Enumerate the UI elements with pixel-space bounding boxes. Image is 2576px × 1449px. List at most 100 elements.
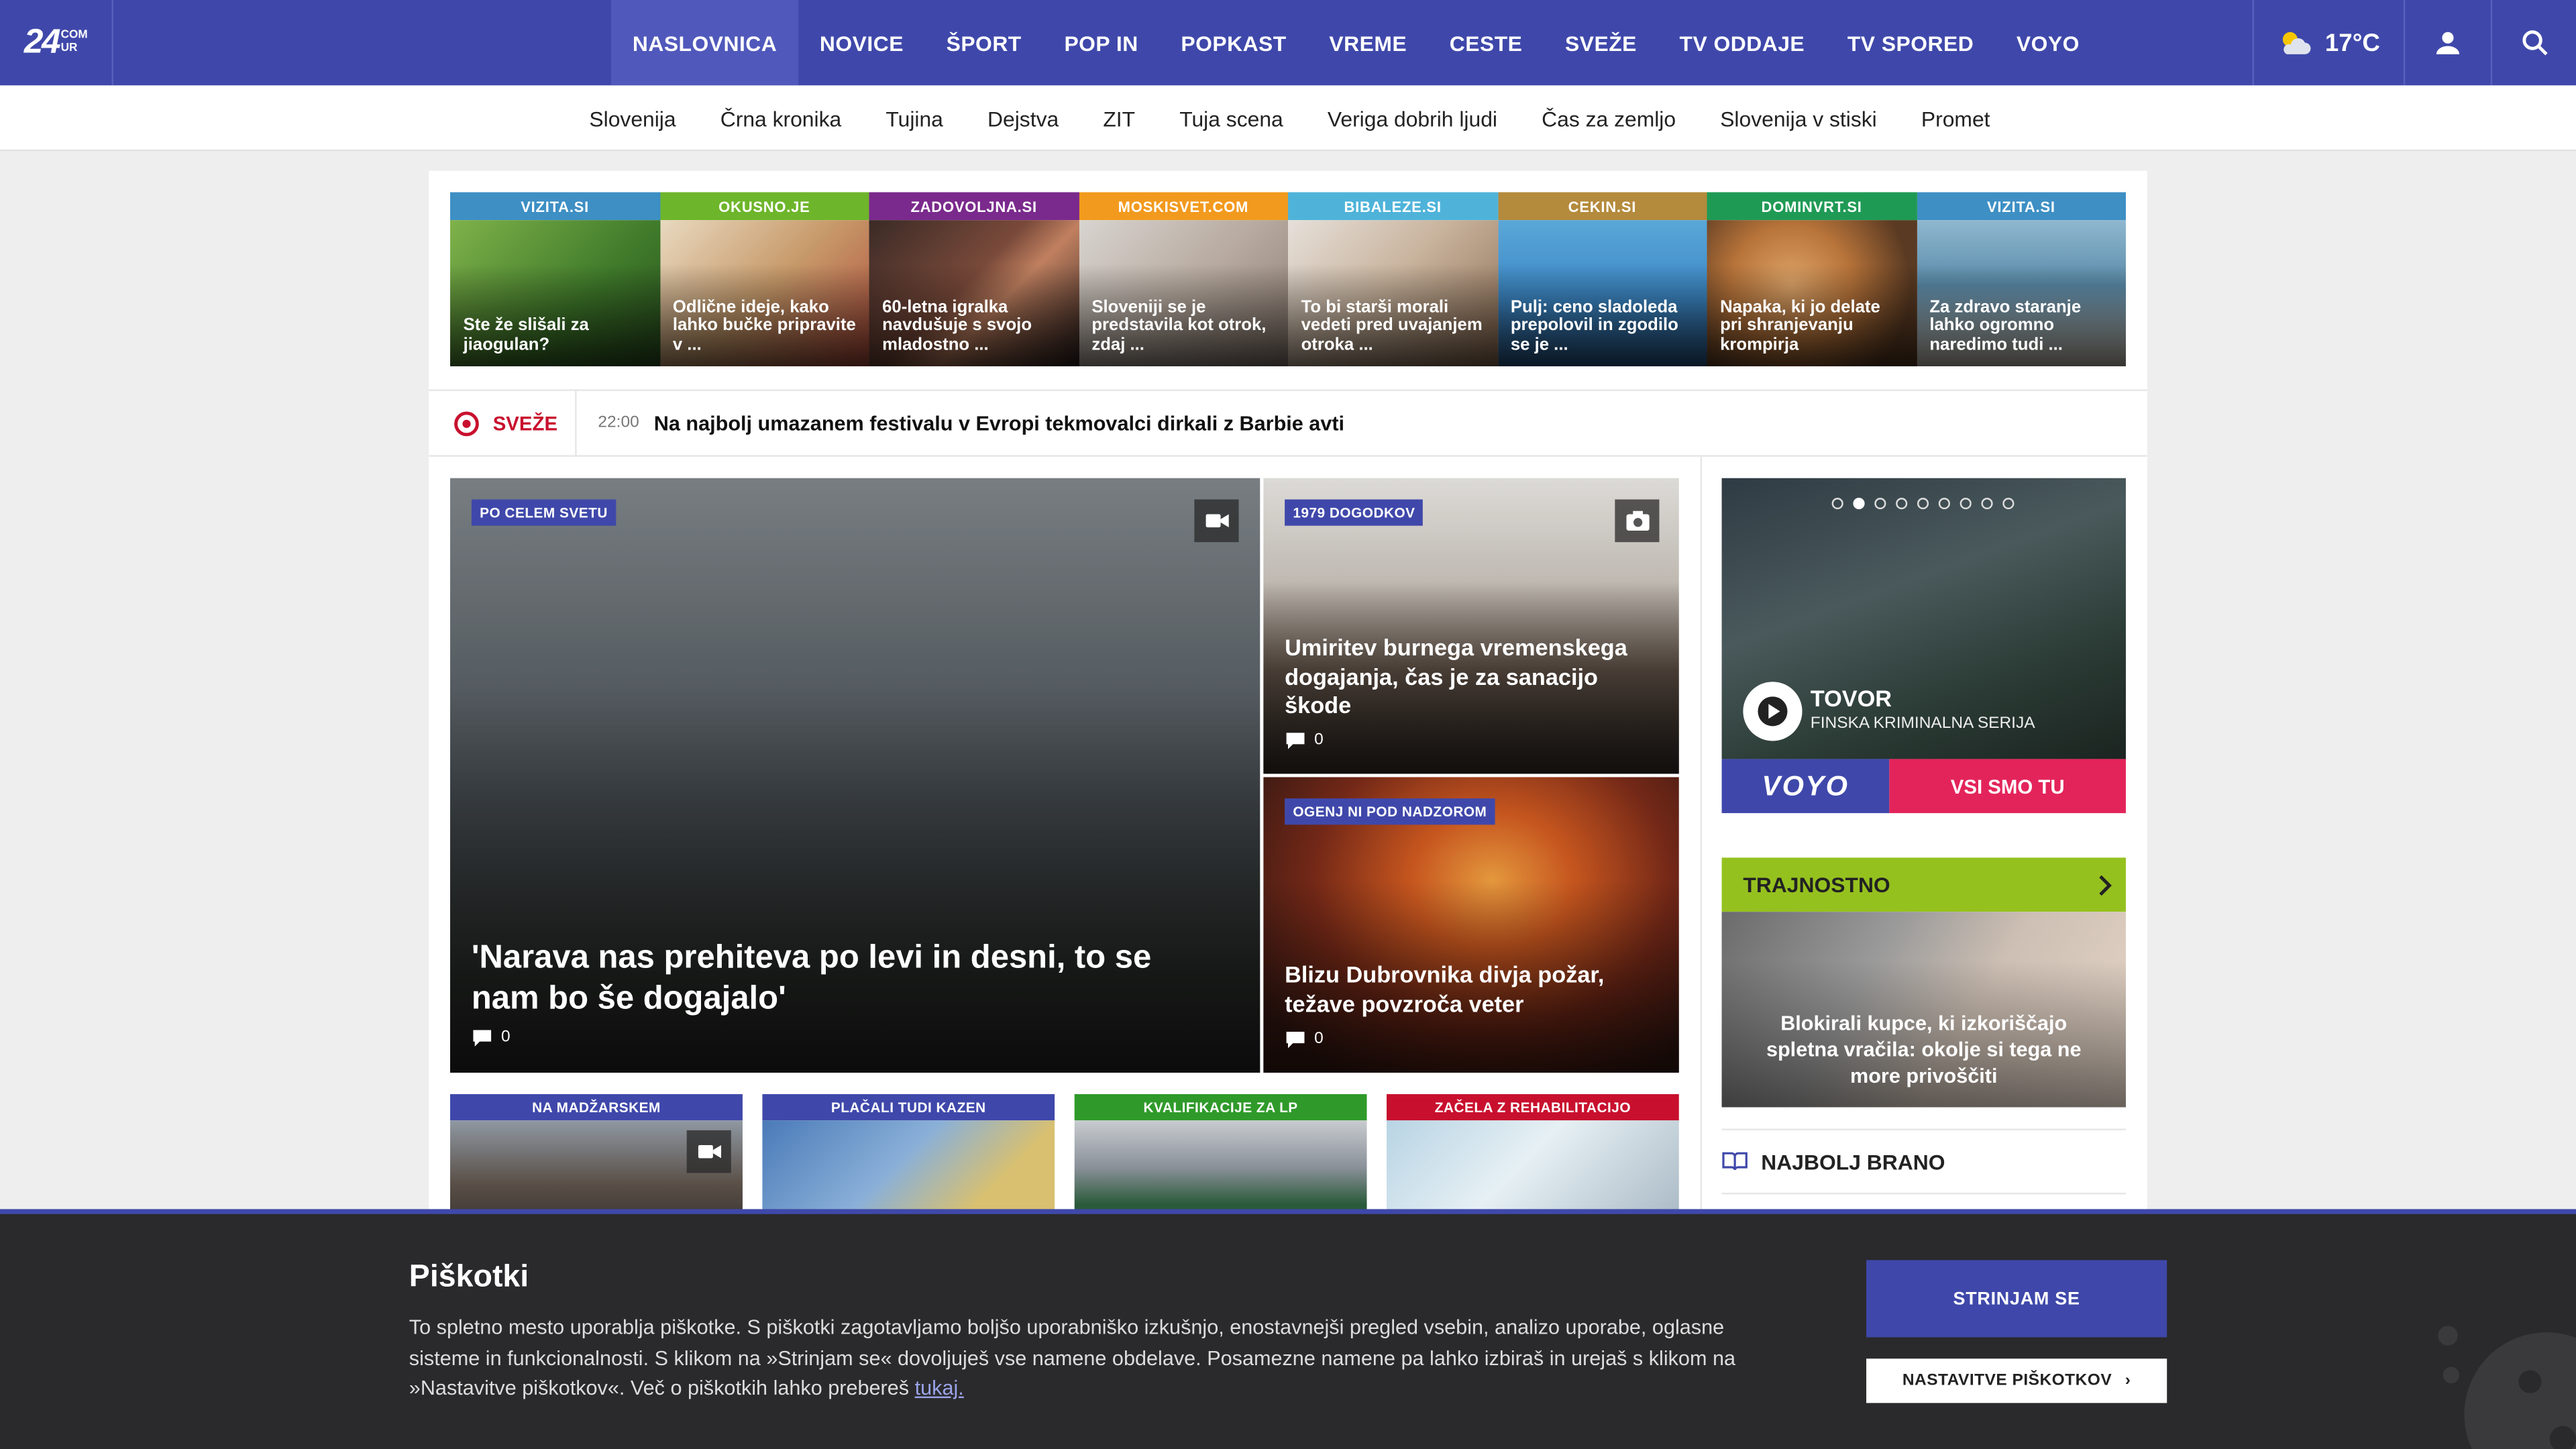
nav-item-vreme[interactable]: VREME [1308,0,1428,85]
hero-article[interactable]: PO CELEM SVETU 'Narava nas prehiteva po … [450,478,1260,1073]
trajnostno-title[interactable]: Blokirali kupce, ki izkoriščajo spletna … [1745,1010,2103,1089]
nav-item-naslovnica[interactable]: NASLOVNICA [611,0,799,86]
nav-item-popkast[interactable]: POPKAST [1160,0,1308,85]
subnav-item-dejstva[interactable]: Dejstva [965,85,1081,151]
partner-card[interactable]: CEKIN.SI Pulj: ceno sladoleda prepolovil… [1497,192,1707,367]
logo-suffix-top: COM [60,30,88,42]
nav-item-voyo[interactable]: VOYO [1995,0,2101,85]
small-article-card[interactable]: PLAČALI TUDI KAZEN [762,1094,1055,1226]
small-article-card[interactable]: ZAČELA Z REHABILITACIJO [1386,1094,1679,1226]
subnav-item-slovenija-v-stiski[interactable]: Slovenija v stiski [1698,85,1899,151]
hero-comment-count: 0 [500,1028,511,1047]
partner-title: Sloveniji se je predstavila kot otrok, z… [1091,297,1267,354]
small-article-card[interactable]: NA MADŽARSKEM [450,1094,743,1226]
nav-item-sport[interactable]: ŠPORT [925,0,1043,85]
partner-title: Napaka, ki jo delate pri shranjevanju kr… [1720,297,1880,354]
partner-title: Za zdravo staranje lahko ogromno naredim… [1929,297,2082,354]
nav-item-novice[interactable]: NOVICE [798,0,925,85]
carousel-dot[interactable] [1981,498,1993,510]
carousel-dots [1831,498,2025,510]
partner-card[interactable]: OKUSNO.JE Odlične ideje, kako lahko bučk… [659,192,869,367]
play-button[interactable] [1743,682,1803,741]
carousel-dot[interactable] [2002,498,2015,510]
side-article-tag[interactable]: OGENJ NI POD NADZOROM [1285,798,1495,825]
carousel-dot[interactable] [1831,498,1843,510]
partner-card[interactable]: DOMINVRT.SI Napaka, ki jo delate pri shr… [1707,192,1917,367]
voyo-show-subtitle: FINSKA KRIMINALNA SERIJA [1810,714,2035,733]
partner-card[interactable]: MOSKISVET.COM Sloveniji se je predstavil… [1078,192,1289,367]
partly-cloudy-icon [2283,32,2312,54]
cookie-description: To spletno mesto uporablja piškotke. S p… [409,1313,1773,1405]
cookie-settings-button[interactable]: NASTAVITVE PIŠKOTKOV › [1866,1358,2167,1403]
subnav-item-tuja-scena[interactable]: Tuja scena [1157,85,1305,151]
side-article-comments[interactable]: 0 [1286,1030,1324,1048]
side-article-title[interactable]: Blizu Dubrovnika divja požar, težave pov… [1285,961,1659,1019]
carousel-dot[interactable] [1874,498,1886,510]
video-icon [686,1130,731,1173]
sub-navigation: Slovenija Črna kronika Tujina Dejstva ZI… [0,85,2576,152]
cookie-text: To spletno mesto uporablja piškotke. S p… [409,1316,1736,1401]
cookie-banner: Piškotki To spletno mesto uporablja pišk… [0,1209,2576,1449]
hero-title[interactable]: 'Narava nas prehiteva po levi in desni, … [472,938,1228,1020]
partner-card[interactable]: ZADOVOLJNA.SI 60-letna igralka navdušuje… [869,192,1079,367]
trajnostno-header[interactable]: TRAJNOSTNO [1721,857,2126,912]
subnav-item-cas-za-zemljo[interactable]: Čas za zemljo [1519,85,1698,151]
partner-card[interactable]: VIZITA.SI Za zdravo staranje lahko ogrom… [1916,192,2126,367]
user-icon [2436,32,2460,54]
subnav-item-zit[interactable]: ZIT [1081,85,1157,151]
side-article-comments[interactable]: 0 [1286,731,1324,749]
logo-suffix-bottom: UR [60,42,78,54]
search-button[interactable] [2490,0,2576,86]
partner-card[interactable]: BIBALEZE.SI To bi starši morali vedeti p… [1288,192,1498,367]
voyo-cta-button[interactable]: VSI SMO TU [1889,759,2126,814]
nav-item-ceste[interactable]: CESTE [1428,0,1544,85]
voyo-logo[interactable]: VOYO [1721,759,1890,814]
voyo-show-title: TOVOR [1810,685,1892,712]
hero-comments[interactable]: 0 [473,1028,511,1047]
carousel-dot[interactable] [1917,498,1929,510]
subnav-item-slovenija[interactable]: Slovenija [567,85,698,151]
partner-title: Odlične ideje, kako lahko bučke pripravi… [672,297,856,354]
carousel-dot-active[interactable] [1853,498,1865,510]
cookie-more-link[interactable]: tukaj. [915,1377,964,1400]
site-logo[interactable]: 24 COM UR [0,0,113,86]
nav-item-pop-in[interactable]: POP IN [1043,0,1160,85]
comment-icon [1286,732,1305,749]
trajnostno-box[interactable]: TRAJNOSTNO Blokirali kupce, ki izkorišča… [1721,857,2126,1108]
nav-item-tv-oddaje[interactable]: TV ODDAJE [1658,0,1826,85]
target-icon [454,411,479,435]
main-nav: NASLOVNICA NOVICE ŠPORT POP IN POPKAST V… [611,0,2101,86]
subnav-item-crna-kronika[interactable]: Črna kronika [698,85,864,151]
carousel-dot[interactable] [1938,498,1950,510]
subnav-item-veriga-dobrih-ljudi[interactable]: Veriga dobrih ljudi [1305,85,1519,151]
subnav-item-tujina[interactable]: Tujina [863,85,965,151]
voyo-promo[interactable]: TOVOR FINSKA KRIMINALNA SERIJA VOYO VSI … [1721,478,2126,814]
search-icon [2522,30,2547,56]
side-article[interactable]: OGENJ NI POD NADZOROM Blizu Dubrovnika d… [1263,777,1679,1073]
accept-cookies-button[interactable]: STRINJAM SE [1866,1260,2167,1338]
side-article-title[interactable]: Umiritev burnega vremenskega dogajanja, … [1285,634,1659,720]
weather-widget[interactable]: 17°C [2252,0,2404,86]
side-article-tag[interactable]: 1979 DOGODKOV [1285,499,1424,526]
partner-tag: OKUSNO.JE [659,192,869,221]
carousel-dot[interactable] [1960,498,1972,510]
user-account-button[interactable] [2403,0,2491,86]
partner-card[interactable]: VIZITA.SI Ste že slišali za jiaogulan? [450,192,660,367]
subnav-item-promet[interactable]: Promet [1899,85,2012,151]
side-article[interactable]: 1979 DOGODKOV Umiritev burnega vremenske… [1263,478,1679,774]
partner-tag: ZADOVOLJNA.SI [869,192,1079,221]
nav-item-sveze[interactable]: SVEŽE [1544,0,1658,85]
nav-item-tv-spored[interactable]: TV SPORED [1826,0,1995,85]
cookie-title: Piškotki [409,1260,529,1295]
carousel-dot[interactable] [1896,498,1908,510]
most-read-heading: NAJBOLJ BRANO [1761,1149,1945,1174]
ticker-headline[interactable]: Na najbolj umazanem festivalu v Evropi t… [654,411,1344,434]
fresh-news-ticker: SVEŽE 22:00 Na najbolj umazanem festival… [429,389,2147,457]
partner-tag: DOMINVRT.SI [1707,192,1917,221]
small-article-card[interactable]: KVALIFIKACIJE ZA LP [1074,1094,1367,1226]
comment-icon [1286,1030,1305,1048]
small-article-tag: NA MADŽARSKEM [450,1094,743,1121]
hero-category-tag[interactable]: PO CELEM SVETU [471,499,616,526]
ticker-label[interactable]: SVEŽE [429,389,577,457]
partner-tag: VIZITA.SI [1916,192,2126,221]
